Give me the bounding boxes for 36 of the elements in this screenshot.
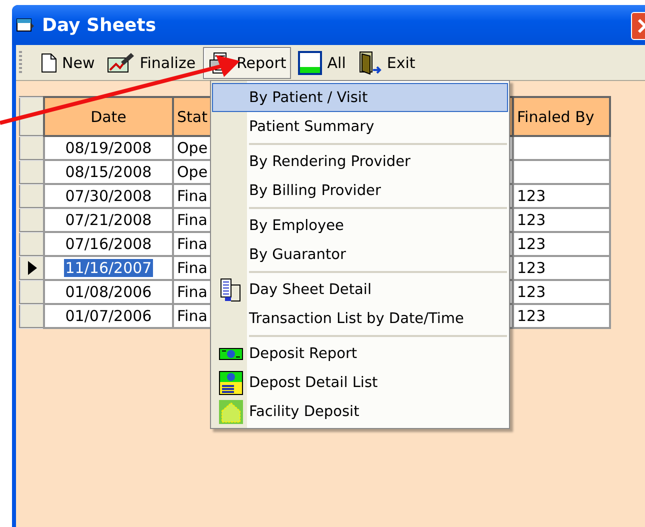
column-header[interactable]: Date bbox=[44, 97, 173, 136]
menu-item[interactable]: Depost Detail List bbox=[212, 368, 508, 397]
table-cell: 123 bbox=[513, 280, 610, 304]
banknote-list-icon bbox=[219, 370, 243, 394]
table-cell: 123 bbox=[513, 232, 610, 256]
all-button[interactable]: All bbox=[293, 46, 351, 78]
menu-item[interactable]: Deposit Report bbox=[212, 339, 508, 368]
window-title: Day Sheets bbox=[42, 14, 156, 36]
table-cell: 08/15/2008 bbox=[44, 160, 173, 184]
table-cell: 07/16/2008 bbox=[44, 232, 173, 256]
door-icon bbox=[358, 50, 382, 74]
table-cell: 123 bbox=[513, 208, 610, 232]
finalize-button[interactable]: Finalize bbox=[102, 46, 201, 78]
table-cell: 08/19/2008 bbox=[44, 136, 173, 160]
window-icon bbox=[298, 50, 322, 74]
banknote-icon bbox=[219, 348, 243, 360]
building-icon bbox=[219, 400, 243, 424]
table-cell: 123 bbox=[513, 256, 610, 280]
table-cell: 01/08/2006 bbox=[44, 280, 173, 304]
row-pointer-icon bbox=[27, 261, 37, 275]
document-icon bbox=[219, 278, 243, 302]
column-header[interactable]: Finaled By bbox=[513, 97, 610, 136]
window-icon bbox=[16, 17, 34, 33]
table-cell: 123 bbox=[513, 304, 610, 328]
page-icon bbox=[41, 52, 57, 72]
row-header[interactable] bbox=[20, 256, 44, 280]
menu-item[interactable]: Facility Deposit bbox=[212, 397, 508, 426]
table-cell: 123 bbox=[513, 184, 610, 208]
exit-button[interactable]: Exit bbox=[352, 46, 420, 78]
menu-item[interactable]: By Patient / Visit bbox=[212, 83, 508, 112]
new-button[interactable]: New bbox=[36, 46, 100, 78]
table-cell: 07/21/2008 bbox=[44, 208, 173, 232]
table-cell: 01/07/2006 bbox=[44, 304, 173, 328]
pen-sheet-icon bbox=[106, 52, 135, 74]
table-cell: 11/16/2007 bbox=[44, 256, 173, 280]
table-cell: 07/30/2008 bbox=[44, 184, 173, 208]
